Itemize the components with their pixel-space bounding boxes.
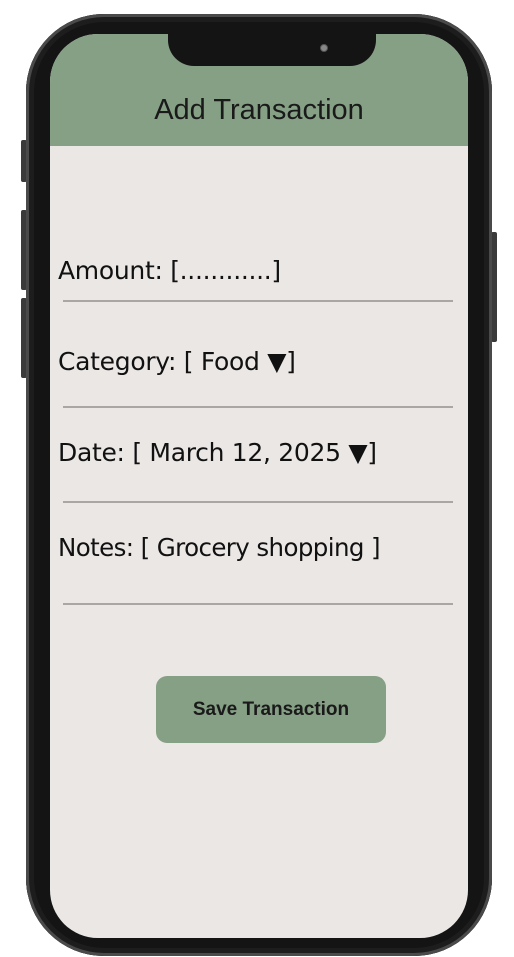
save-transaction-button[interactable]: Save Transaction	[156, 676, 386, 743]
notes-field[interactable]: Notes: [ Grocery shopping ]	[58, 533, 381, 562]
divider	[63, 501, 453, 503]
amount-field[interactable]: Amount: [............]	[58, 256, 281, 285]
page-title: Add Transaction	[154, 94, 364, 126]
divider	[63, 603, 453, 605]
divider	[63, 300, 453, 302]
category-dropdown[interactable]: Category: [ Food ▼]	[58, 347, 296, 376]
app-screen: Add Transaction Amount: [............] C…	[50, 34, 468, 938]
camera-icon	[320, 44, 328, 52]
date-dropdown[interactable]: Date: [ March 12, 2025 ▼]	[58, 438, 377, 467]
device-mockup: Add Transaction Amount: [............] C…	[0, 0, 514, 957]
phone-notch	[168, 34, 376, 66]
phone-frame: Add Transaction Amount: [............] C…	[26, 14, 492, 956]
divider	[63, 406, 453, 408]
